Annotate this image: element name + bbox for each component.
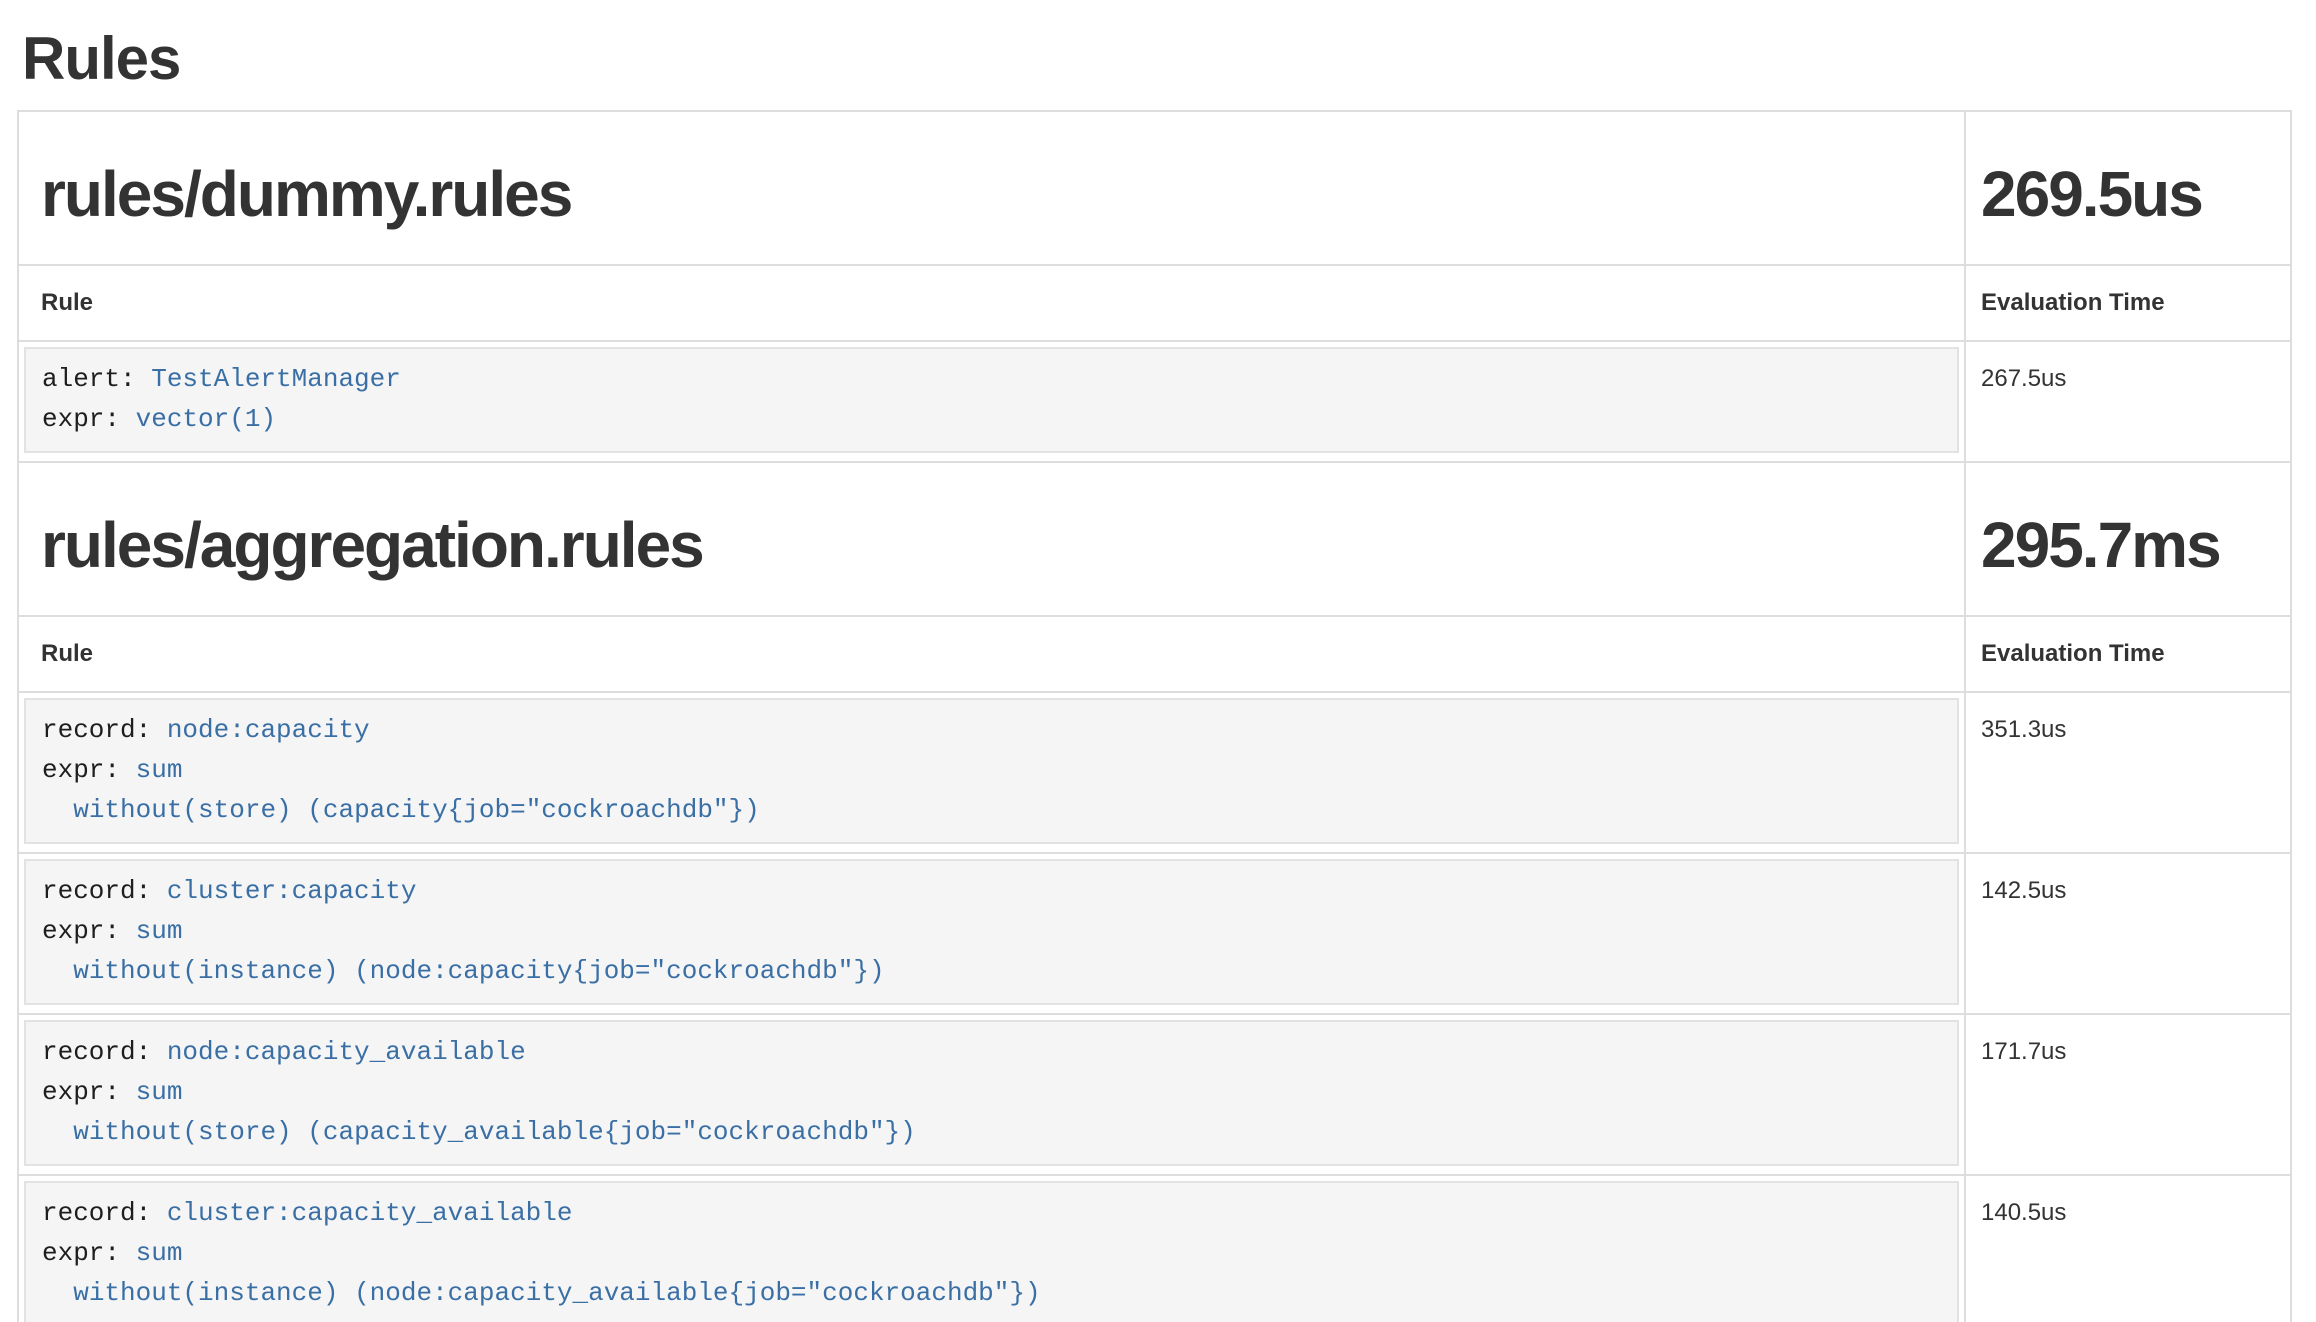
rule-code-text: expr:	[42, 1238, 136, 1268]
rule-code-text	[42, 1117, 73, 1147]
rule-link[interactable]: TestAlertManager	[151, 364, 401, 394]
rule-cell: alert: TestAlertManager expr: vector(1)	[18, 341, 1965, 462]
rule-link[interactable]: sum	[136, 1238, 183, 1268]
rule-cell: record: node:capacity_available expr: su…	[18, 1014, 1965, 1175]
group-eval-time: 295.7ms	[1981, 509, 2274, 581]
rule-link[interactable]: without(instance) (node:capacity_availab…	[73, 1278, 1040, 1308]
rule-link[interactable]: sum	[136, 1077, 183, 1107]
rule-column-header: Rule	[18, 616, 1965, 692]
rule-link[interactable]: node:capacity_available	[167, 1037, 526, 1067]
rule-link[interactable]: sum	[136, 916, 183, 946]
rule-code-text: alert:	[42, 364, 151, 394]
rule-code-text: record:	[42, 715, 167, 745]
rules-page: Rules rules/dummy.rules269.5usRuleEvalua…	[0, 26, 2316, 1322]
group-file-cell: rules/aggregation.rules	[18, 462, 1965, 616]
group-eval-time-cell: 295.7ms	[1965, 462, 2291, 616]
rule-code-text: expr:	[42, 404, 136, 434]
group-file-name: rules/dummy.rules	[41, 158, 1948, 230]
rule-code-text: record:	[42, 1198, 167, 1228]
rule-row: record: node:capacity expr: sum without(…	[18, 692, 2291, 853]
rule-code-text	[42, 956, 73, 986]
rule-row: alert: TestAlertManager expr: vector(1)2…	[18, 341, 2291, 462]
rule-link[interactable]: sum	[136, 755, 183, 785]
rule-code-text: expr:	[42, 916, 136, 946]
rule-code-text: record:	[42, 876, 167, 906]
rule-row: record: cluster:capacity_available expr:…	[18, 1175, 2291, 1322]
group-heading-row: rules/aggregation.rules 295.7ms	[18, 462, 2291, 616]
rule-column-header: Rule	[18, 265, 1965, 341]
rule-code-text: record:	[42, 1037, 167, 1067]
rules-table-body: rules/dummy.rules269.5usRuleEvaluation T…	[18, 111, 2291, 1322]
rules-table: rules/dummy.rules269.5usRuleEvaluation T…	[17, 110, 2292, 1322]
rule-row: record: cluster:capacity expr: sum witho…	[18, 853, 2291, 1014]
rule-link[interactable]: cluster:capacity_available	[167, 1198, 573, 1228]
rule-code-text: expr:	[42, 755, 136, 785]
rule-code: record: node:capacity expr: sum without(…	[24, 698, 1959, 844]
group-eval-time-cell: 269.5us	[1965, 111, 2291, 265]
rule-code-text	[42, 1278, 73, 1308]
rule-eval-time: 351.3us	[1965, 692, 2291, 853]
eval-column-header: Evaluation Time	[1965, 616, 2291, 692]
rule-link[interactable]: without(store) (capacity_available{job="…	[73, 1117, 916, 1147]
page-title: Rules	[22, 26, 2290, 92]
rule-code: alert: TestAlertManager expr: vector(1)	[24, 347, 1959, 453]
rule-cell: record: node:capacity expr: sum without(…	[18, 692, 1965, 853]
group-eval-time: 269.5us	[1981, 158, 2274, 230]
group-file-cell: rules/dummy.rules	[18, 111, 1965, 265]
rule-cell: record: cluster:capacity_available expr:…	[18, 1175, 1965, 1322]
rule-eval-time: 142.5us	[1965, 853, 2291, 1014]
rule-link[interactable]: without(instance) (node:capacity{job="co…	[73, 956, 884, 986]
group-heading-row: rules/dummy.rules 269.5us	[18, 111, 2291, 265]
rule-eval-time: 267.5us	[1965, 341, 2291, 462]
rule-eval-time: 140.5us	[1965, 1175, 2291, 1322]
rule-link[interactable]: cluster:capacity	[167, 876, 417, 906]
rule-code: record: node:capacity_available expr: su…	[24, 1020, 1959, 1166]
eval-column-header: Evaluation Time	[1965, 265, 2291, 341]
rule-code-text: expr:	[42, 1077, 136, 1107]
column-header-row: RuleEvaluation Time	[18, 616, 2291, 692]
rule-link[interactable]: without(store) (capacity{job="cockroachd…	[73, 795, 760, 825]
group-file-name: rules/aggregation.rules	[41, 509, 1948, 581]
rule-code: record: cluster:capacity expr: sum witho…	[24, 859, 1959, 1005]
rule-code-text	[42, 795, 73, 825]
rule-link[interactable]: vector(1)	[136, 404, 276, 434]
rule-link[interactable]: node:capacity	[167, 715, 370, 745]
rule-cell: record: cluster:capacity expr: sum witho…	[18, 853, 1965, 1014]
rule-code: record: cluster:capacity_available expr:…	[24, 1181, 1959, 1322]
rule-row: record: node:capacity_available expr: su…	[18, 1014, 2291, 1175]
rule-eval-time: 171.7us	[1965, 1014, 2291, 1175]
column-header-row: RuleEvaluation Time	[18, 265, 2291, 341]
